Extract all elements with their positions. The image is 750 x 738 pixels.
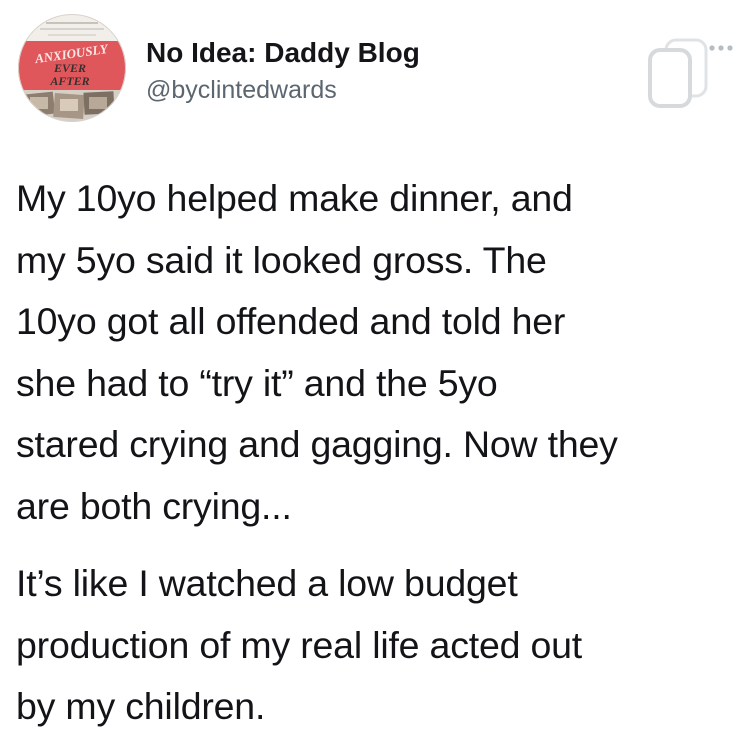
tweet-card: ANXIOUSLY EVER AFTER No Idea: Daddy Blog… <box>0 0 750 731</box>
author-info: No Idea: Daddy Blog @byclintedwards <box>146 36 420 106</box>
avatar-logo-text: ANXIOUSLY EVER AFTER <box>33 41 110 88</box>
tweet-body: My 10yo helped make dinner, and my 5yo s… <box>16 168 736 738</box>
tweet-header: ANXIOUSLY EVER AFTER No Idea: Daddy Blog… <box>18 14 733 124</box>
avatar[interactable]: ANXIOUSLY EVER AFTER <box>18 14 126 122</box>
svg-text:AFTER: AFTER <box>49 74 89 88</box>
tweet-paragraph: My 10yo helped make dinner, and my 5yo s… <box>16 177 618 527</box>
author-display-name[interactable]: No Idea: Daddy Blog <box>146 36 420 70</box>
tweet-paragraph: It’s like I watched a low budget product… <box>16 562 583 727</box>
share-icon[interactable] <box>638 28 714 112</box>
svg-text:EVER: EVER <box>53 61 86 75</box>
more-options-icon[interactable] <box>704 38 744 58</box>
author-handle[interactable]: @byclintedwards <box>146 74 420 106</box>
